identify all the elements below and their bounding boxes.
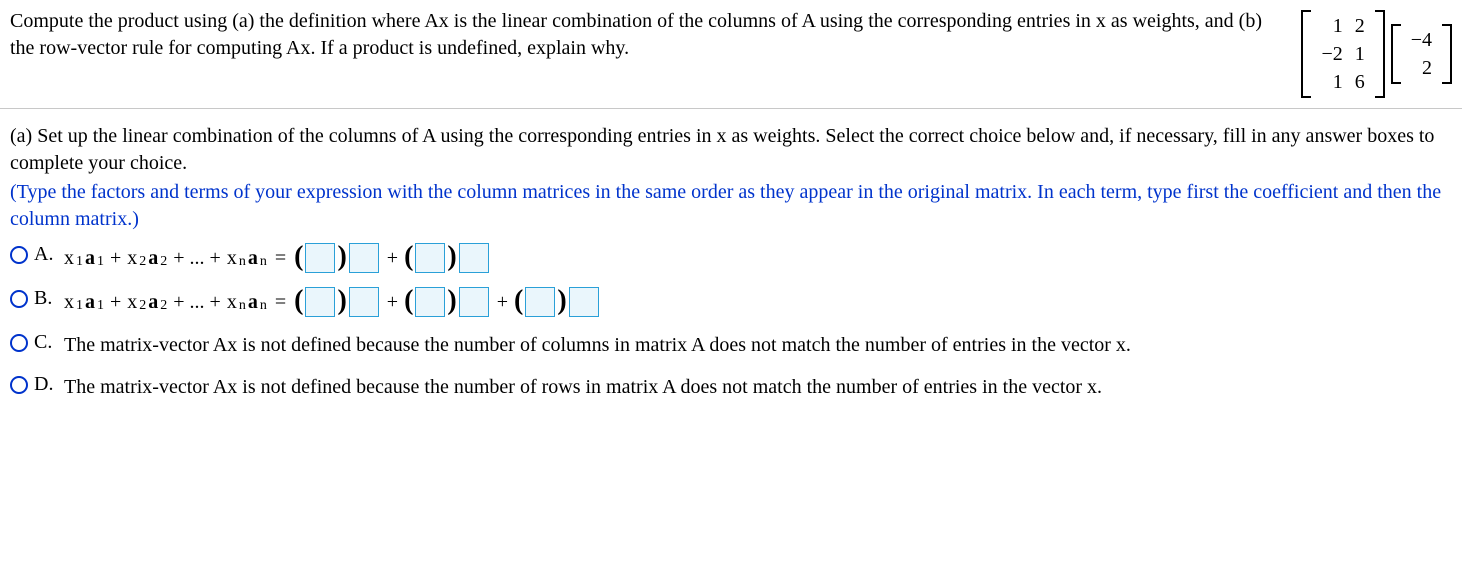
question-body: (a) Set up the linear combination of the… (0, 109, 1462, 425)
choice-C-label: C. (34, 331, 58, 354)
plus-icon: + (493, 288, 512, 316)
choice-C-text: The matrix-vector Ax is not defined beca… (64, 331, 1452, 359)
choice-D-radio[interactable] (10, 376, 28, 394)
prompt-line-1: Compute the product using (a) the defini… (10, 10, 863, 32)
choice-A-col-1-input[interactable] (349, 243, 379, 273)
choice-B-row: B. x1a1 + x2a2 + ... + xnan = ( ) + ( (10, 287, 1452, 317)
vector-x: −4 2 (1391, 24, 1452, 84)
choice-A-coef-1-input[interactable] (305, 243, 335, 273)
term-B3: ( ) (514, 287, 601, 317)
term-B1: ( ) (294, 287, 381, 317)
A-2-2: 1 (1349, 40, 1371, 68)
matrix-A: 12 −21 16 (1301, 10, 1384, 98)
lparen-icon: ( (404, 287, 413, 315)
equals-sign: = (269, 288, 292, 316)
choice-D-text: The matrix-vector Ax is not defined beca… (64, 373, 1452, 401)
prompt-line-3: undefined, explain why. (437, 37, 629, 59)
rparen-icon: ) (337, 243, 346, 271)
choice-B-coef-2-input[interactable] (415, 287, 445, 317)
choice-B-col-1-input[interactable] (349, 287, 379, 317)
part-a-hint: (Type the factors and terms of your expr… (10, 179, 1452, 233)
lparen-icon: ( (404, 243, 413, 271)
choice-C-radio[interactable] (10, 334, 28, 352)
plus-icon: + (383, 288, 402, 316)
choice-A-col-2-input[interactable] (459, 243, 489, 273)
choice-A-expression: x1a1 + x2a2 + ... + xnan = ( ) + ( ) (64, 243, 1452, 273)
choice-A-radio[interactable] (10, 246, 28, 264)
term-B2: ( ) (404, 287, 491, 317)
A-3-1: 1 (1315, 68, 1348, 96)
choice-B-expression: x1a1 + x2a2 + ... + xnan = ( ) + ( ) (64, 287, 1452, 317)
A-1-1: 1 (1315, 12, 1348, 40)
choice-B-coef-3-input[interactable] (525, 287, 555, 317)
term-A1: ( ) (294, 243, 381, 273)
x-1: −4 (1405, 26, 1438, 54)
choice-B-col-2-input[interactable] (459, 287, 489, 317)
equals-sign: = (269, 244, 292, 272)
rparen-icon: ) (447, 287, 456, 315)
choice-D-label: D. (34, 373, 58, 396)
lparen-icon: ( (294, 243, 303, 271)
choice-B-radio[interactable] (10, 290, 28, 308)
choices-group: A. x1a1 + x2a2 + ... + xnan = ( ) + ( (10, 243, 1452, 401)
choice-B-col-3-input[interactable] (569, 287, 599, 317)
A-1-2: 2 (1349, 12, 1371, 40)
plus-icon: + (383, 244, 402, 272)
choice-B-label: B. (34, 287, 58, 310)
A-3-2: 6 (1349, 68, 1371, 96)
question-header: Compute the product using (a) the defini… (0, 0, 1462, 109)
choice-A-coef-2-input[interactable] (415, 243, 445, 273)
A-2-1: −2 (1315, 40, 1348, 68)
choice-D-row: D. The matrix-vector Ax is not defined b… (10, 373, 1452, 401)
matrices-display: 12 −21 16 −4 2 (1301, 8, 1452, 98)
question-prompt: Compute the product using (a) the defini… (10, 8, 1301, 62)
hint-line-1: (Type the factors and terms of your expr… (10, 181, 903, 203)
choice-B-coef-1-input[interactable] (305, 287, 335, 317)
part-a-intro: (a) Set up the linear combination of the… (10, 123, 1452, 177)
rparen-icon: ) (337, 287, 346, 315)
lparen-icon: ( (514, 287, 523, 315)
x-2: 2 (1405, 54, 1438, 82)
part-a-intro-line-1: (a) Set up the linear combination of the… (10, 125, 964, 147)
choice-A-row: A. x1a1 + x2a2 + ... + xnan = ( ) + ( (10, 243, 1452, 273)
term-A2: ( ) (404, 243, 491, 273)
rparen-icon: ) (557, 287, 566, 315)
rparen-icon: ) (447, 243, 456, 271)
choice-A-label: A. (34, 243, 58, 266)
lparen-icon: ( (294, 287, 303, 315)
choice-C-row: C. The matrix-vector Ax is not defined b… (10, 331, 1452, 359)
